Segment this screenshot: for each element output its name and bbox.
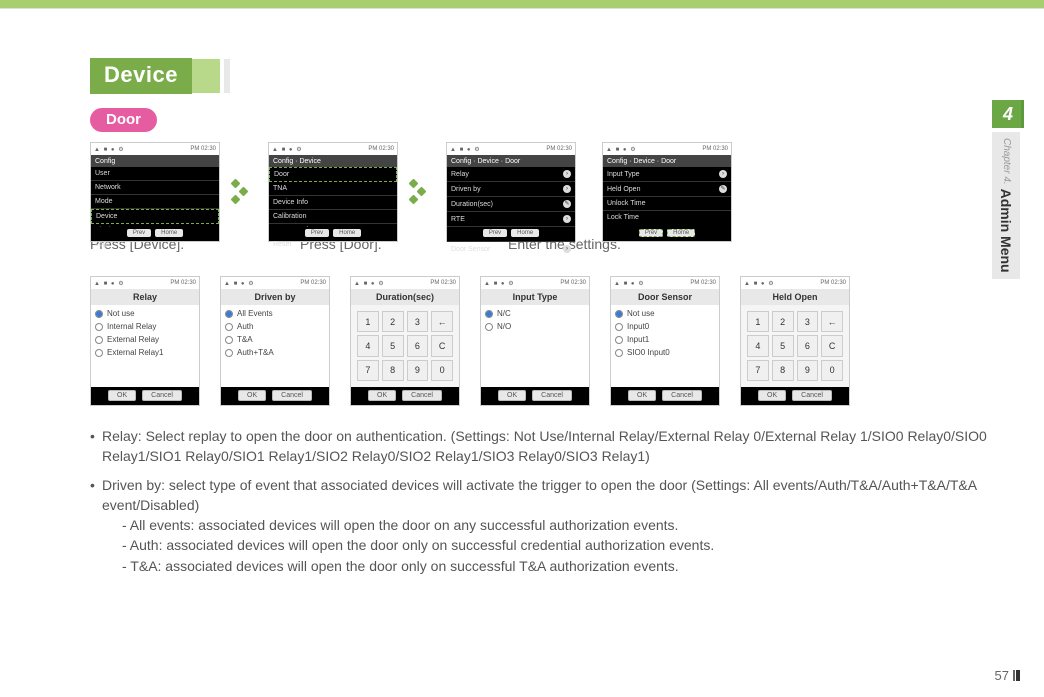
screenshot-door-2: ▲ ■ ● ⚙PM 02:30 Config · Device · Door I… [602, 142, 732, 242]
bullet-driven-by: Driven by: select type of event that ass… [90, 475, 1020, 576]
description-list: Relay: Select replay to open the door on… [90, 426, 1020, 576]
chapter-title: Chapter 4. Admin Menu [992, 132, 1020, 279]
arrow-icon [230, 177, 258, 207]
arrow-icon [408, 177, 436, 207]
screenshot-input-type: ▲ ■ ● ⚙PM 02:30 Input Type N/C N/O OKCan… [480, 276, 590, 406]
chapter-tab: 4 Chapter 4. Admin Menu [992, 100, 1024, 284]
heading-chip: Device [90, 58, 192, 94]
section-heading: Device [90, 58, 1020, 94]
screenshot-driven-by: ▲ ■ ● ⚙PM 02:30 Driven by All Events Aut… [220, 276, 330, 406]
screenshot-door-sensor: ▲ ■ ● ⚙PM 02:30 Door Sensor Not use Inpu… [610, 276, 720, 406]
screenshot-relay: ▲ ■ ● ⚙PM 02:30 Relay Not use Internal R… [90, 276, 200, 406]
subsection-pill: Door [90, 108, 157, 132]
page-number: 57 [995, 668, 1020, 683]
chapter-number: 4 [992, 100, 1024, 128]
screenshot-held-open: ▲ ■ ● ⚙PM 02:30 Held Open 123← 456C 7890… [740, 276, 850, 406]
screenshot-config: ▲ ■ ● ⚙PM 02:30 Config User Network Mode… [90, 142, 220, 242]
screenshot-door-1: ▲ ■ ● ⚙PM 02:30 Config · Device · Door R… [446, 142, 576, 242]
bullet-relay: Relay: Select replay to open the door on… [90, 426, 1020, 467]
screenshot-duration: ▲ ■ ● ⚙PM 02:30 Duration(sec) 123← 456C … [350, 276, 460, 406]
screenshot-device: ▲ ■ ● ⚙PM 02:30 Config · Device Door TNA… [268, 142, 398, 242]
